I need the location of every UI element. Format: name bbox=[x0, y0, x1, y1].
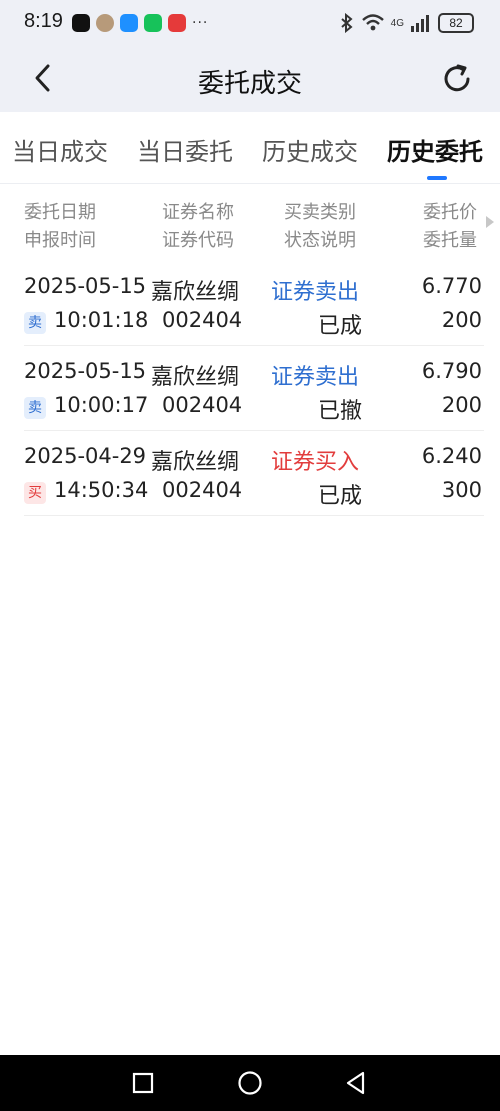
order-quantity: 300 bbox=[441, 478, 482, 502]
tab-history-orders[interactable]: 历史委托 bbox=[387, 132, 483, 167]
scroll-right-icon[interactable] bbox=[486, 216, 494, 228]
back-nav-button[interactable] bbox=[326, 1055, 386, 1111]
header-status: 状态说明 bbox=[284, 230, 356, 251]
row-divider bbox=[24, 515, 484, 516]
order-quantity: 200 bbox=[441, 308, 482, 332]
report-time: 10:01:18 bbox=[54, 308, 149, 332]
avatar-icon bbox=[96, 14, 114, 32]
order-status: 已成 bbox=[317, 484, 362, 509]
buy-badge: 买 bbox=[24, 482, 46, 504]
header-report-time: 申报时间 bbox=[24, 230, 96, 251]
security-name: 嘉欣丝绸 bbox=[151, 450, 240, 475]
trade-type: 证券卖出 bbox=[271, 280, 360, 305]
tab-today-trades[interactable]: 当日成交 bbox=[12, 132, 108, 167]
order-status: 已成 bbox=[317, 314, 362, 339]
header-trade-type: 买卖类别 bbox=[284, 202, 356, 223]
table-row[interactable]: 2025-05-15 嘉欣丝绸 证券卖出 6.770 卖 10:01:18 00… bbox=[0, 260, 500, 346]
square-icon bbox=[132, 1072, 154, 1094]
sell-badge: 卖 bbox=[24, 312, 46, 334]
security-code: 002404 bbox=[162, 308, 243, 332]
tab-today-orders[interactable]: 当日委托 bbox=[137, 132, 233, 167]
home-button[interactable] bbox=[220, 1055, 280, 1111]
status-bar: 8:19 ··· 4G 82 bbox=[0, 0, 500, 46]
tab-bar: 当日成交 当日委托 历史成交 历史委托 bbox=[0, 112, 500, 184]
order-date: 2025-04-29 bbox=[24, 444, 147, 468]
status-time: 8:19 bbox=[24, 10, 63, 32]
trade-type: 证券卖出 bbox=[271, 365, 360, 390]
header-security-code: 证券代码 bbox=[162, 230, 234, 251]
security-code: 002404 bbox=[162, 478, 243, 502]
trade-type: 证券买入 bbox=[271, 450, 360, 475]
order-quantity: 200 bbox=[441, 393, 482, 417]
message-icon bbox=[120, 14, 138, 32]
recents-button[interactable] bbox=[113, 1055, 173, 1111]
header-order-price: 委托价 bbox=[423, 202, 477, 223]
refresh-button[interactable] bbox=[438, 60, 476, 98]
circle-icon bbox=[238, 1071, 262, 1095]
header-order-quantity: 委托量 bbox=[423, 230, 477, 251]
refresh-icon bbox=[444, 64, 470, 92]
order-price: 6.790 bbox=[421, 359, 482, 383]
order-date: 2025-05-15 bbox=[24, 274, 147, 298]
report-time: 10:00:17 bbox=[54, 393, 149, 417]
signal-icon bbox=[411, 15, 429, 32]
security-name: 嘉欣丝绸 bbox=[151, 280, 240, 305]
app-notification-icon bbox=[168, 14, 186, 32]
order-price: 6.240 bbox=[421, 444, 482, 468]
header-security-name: 证券名称 bbox=[162, 202, 234, 223]
header-order-date: 委托日期 bbox=[24, 202, 96, 223]
nav-bar: 委托成交 bbox=[0, 46, 500, 112]
battery-indicator: 82 bbox=[438, 13, 474, 33]
report-time: 14:50:34 bbox=[54, 478, 149, 502]
bluetooth-icon bbox=[340, 13, 353, 33]
table-row[interactable]: 2025-04-29 嘉欣丝绸 证券买入 6.240 买 14:50:34 00… bbox=[0, 430, 500, 516]
security-code: 002404 bbox=[162, 393, 243, 417]
more-notifications-icon: ··· bbox=[192, 15, 209, 31]
order-date: 2025-05-15 bbox=[24, 359, 147, 383]
status-right: 4G 82 bbox=[339, 12, 474, 34]
tiktok-icon bbox=[72, 14, 90, 32]
notification-icons: ··· bbox=[72, 13, 208, 33]
wechat-icon bbox=[144, 14, 162, 32]
tab-history-trades[interactable]: 历史成交 bbox=[262, 132, 358, 167]
security-name: 嘉欣丝绸 bbox=[151, 365, 240, 390]
sell-badge: 卖 bbox=[24, 397, 46, 419]
order-status: 已撤 bbox=[317, 399, 362, 424]
active-tab-indicator bbox=[427, 176, 447, 180]
wifi-icon bbox=[361, 14, 384, 31]
network-type: 4G bbox=[390, 17, 404, 29]
order-price: 6.770 bbox=[421, 274, 482, 298]
page-title: 委托成交 bbox=[197, 69, 302, 99]
triangle-back-icon bbox=[346, 1071, 365, 1095]
table-row[interactable]: 2025-05-15 嘉欣丝绸 证券卖出 6.790 卖 10:00:17 00… bbox=[0, 345, 500, 431]
table-header: 委托日期 申报时间 证券名称 证券代码 买卖类别 状态说明 委托价 委托量 bbox=[0, 186, 500, 256]
system-nav-bar bbox=[0, 1055, 500, 1111]
